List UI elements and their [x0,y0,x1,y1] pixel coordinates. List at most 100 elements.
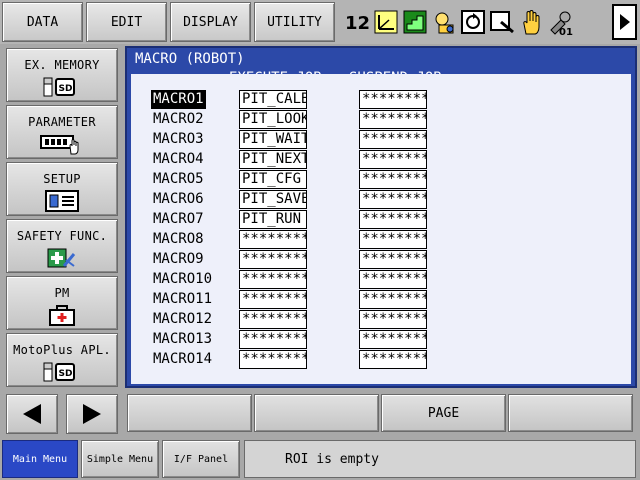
page-button[interactable]: PAGE [381,394,506,432]
execute-job-field[interactable]: ******** [239,350,307,369]
suspend-job-field[interactable]: ******** [359,190,427,209]
bottom-bar: Main Menu Simple Menu I/F Panel ROI is e… [0,436,640,480]
suspend-job-field[interactable]: ******** [359,330,427,349]
top-menu-bar: DATA EDIT DISPLAY UTILITY 12 01 [0,0,640,44]
sd-text: SD [59,84,73,94]
suspend-job-field[interactable]: ******** [359,170,427,189]
sidebar-next-button[interactable] [66,394,118,434]
table-row: MACRO5 PIT_CFG ******** [131,170,631,190]
if-panel-button[interactable]: I/F Panel [162,440,240,478]
macro-name-cell[interactable]: MACRO4 [151,150,206,169]
play-arrow-icon [619,14,630,30]
security-icon[interactable] [431,7,457,37]
sidebar-item-label: SAFETY FUNC. [16,229,108,243]
sidebar-item-setup[interactable]: SETUP [6,162,118,216]
pm-icon [46,304,78,326]
fkey-4[interactable] [508,394,633,432]
arrow-right-icon [83,404,101,424]
servo-icon[interactable] [489,7,515,37]
sidebar-item-parameter[interactable]: PARAMETER [6,105,118,159]
macro-name-cell[interactable]: MACRO10 [151,270,214,289]
suspend-job-field[interactable]: ******** [359,90,427,109]
macro-name-cell[interactable]: MACRO1 [151,90,206,109]
table-row: MACRO12 ******** ******** [131,310,631,330]
suspend-job-field[interactable]: ******** [359,130,427,149]
execute-job-field[interactable]: PIT_CALB [239,90,307,109]
macro-name-cell[interactable]: MACRO14 [151,350,214,369]
macro-name-cell[interactable]: MACRO3 [151,130,206,149]
sd-text: SD [59,369,73,379]
sidebar-page-arrows [6,394,118,434]
execute-job-field[interactable]: PIT_SAVE [239,190,307,209]
suspend-job-field[interactable]: ******** [359,150,427,169]
next-page-button[interactable] [612,4,637,40]
parameter-icon [39,133,85,155]
sidebar-item-ex-memory[interactable]: EX. MEMORY SD [6,48,118,102]
table-row: MACRO4 PIT_NEXT ******** [131,150,631,170]
tool-number-text: 01 [559,27,573,36]
table-row: MACRO7 PIT_RUN ******** [131,210,631,230]
execute-job-field[interactable]: PIT_NEXT [239,150,307,169]
macro-name-cell[interactable]: MACRO2 [151,110,206,129]
execute-job-field[interactable]: ******** [239,250,307,269]
speed-icon[interactable] [402,7,428,37]
execute-job-field[interactable]: ******** [239,290,307,309]
execute-job-field[interactable]: PIT_CFG [239,170,307,189]
suspend-job-field[interactable]: ******** [359,310,427,329]
fkey-2[interactable] [254,394,379,432]
macro-name-cell[interactable]: MACRO9 [151,250,206,269]
robot-group-text: 12 [345,13,370,34]
main-menu-button[interactable]: Main Menu [2,440,78,478]
execute-job-field[interactable]: ******** [239,230,307,249]
sd-card-icon: SD [42,361,82,383]
table-row: MACRO2 PIT_LOOK ******** [131,110,631,130]
fkey-1[interactable] [127,394,252,432]
sd-card-icon: SD [42,76,82,98]
macro-name-cell[interactable]: MACRO5 [151,170,206,189]
execute-job-field[interactable]: PIT_WAIT [239,130,307,149]
status-icon-strip: 12 01 [340,2,610,42]
suspend-job-field[interactable]: ******** [359,350,427,369]
suspend-job-field[interactable]: ******** [359,290,427,309]
macro-name-cell[interactable]: MACRO6 [151,190,206,209]
menu-data[interactable]: DATA [2,2,83,42]
sidebar-item-safety-func[interactable]: SAFETY FUNC. [6,219,118,273]
simple-menu-button[interactable]: Simple Menu [81,440,159,478]
macro-name-cell[interactable]: MACRO8 [151,230,206,249]
macro-name-cell[interactable]: MACRO11 [151,290,214,309]
sidebar-item-label: PM [54,286,70,300]
execute-job-field[interactable]: ******** [239,310,307,329]
macro-name-cell[interactable]: MACRO13 [151,330,214,349]
execute-job-field[interactable]: PIT_RUN [239,210,307,229]
coordinate-icon[interactable] [373,7,399,37]
tool-icon[interactable]: 01 [547,7,573,37]
suspend-job-field[interactable]: ******** [359,250,427,269]
suspend-job-field[interactable]: ******** [359,210,427,229]
table-row: MACRO10 ******** ******** [131,270,631,290]
execute-job-field[interactable]: PIT_LOOK [239,110,307,129]
sidebar-item-pm[interactable]: PM [6,276,118,330]
menu-utility[interactable]: UTILITY [254,2,335,42]
macro-name-cell[interactable]: MACRO12 [151,310,214,329]
sidebar-item-label: SETUP [43,172,81,186]
suspend-job-field[interactable]: ******** [359,110,427,129]
menu-edit[interactable]: EDIT [86,2,167,42]
sidebar-prev-button[interactable] [6,394,58,434]
cycle-icon[interactable] [460,7,486,37]
execute-job-field[interactable]: ******** [239,330,307,349]
suspend-job-field[interactable]: ******** [359,270,427,289]
macro-name-cell[interactable]: MACRO7 [151,210,206,229]
hand-icon[interactable] [518,7,544,37]
arrow-left-icon [23,404,41,424]
menu-display[interactable]: DISPLAY [170,2,251,42]
table-row: MACRO14 ******** ******** [131,350,631,370]
execute-job-field[interactable]: ******** [239,270,307,289]
table-row: MACRO9 ******** ******** [131,250,631,270]
table-row: MACRO8 ******** ******** [131,230,631,250]
robot-group-icon[interactable]: 12 [344,7,370,37]
sidebar-item-motoplus-apl[interactable]: MotoPlus APL. SD [6,333,118,387]
macro-window: MACRO (ROBOT) EXECUTE JOB SUSPEND JOB MA… [125,46,637,388]
macro-table: MACRO1 PIT_CALB ******** MACRO2 PIT_LOOK ****… [131,74,631,384]
status-message: ROI is empty [244,440,636,478]
suspend-job-field[interactable]: ******** [359,230,427,249]
